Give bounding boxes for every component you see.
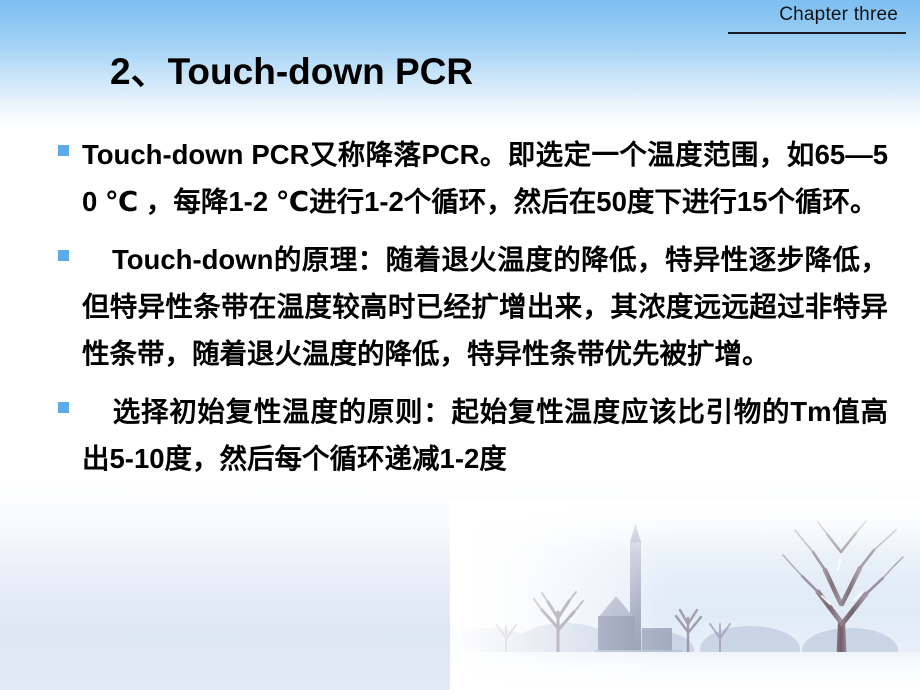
bullet-list: Touch-down PCR又称降落PCR。即选定一个温度范围，如65—50 ℃… bbox=[50, 131, 888, 493]
list-item: Touch-down PCR又称降落PCR。即选定一个温度范围，如65—50 ℃… bbox=[50, 131, 888, 225]
list-item: Touch-down的原理：随着退火温度的降低，特异性逐步降低，但特异性条带在温… bbox=[50, 236, 888, 377]
background-winter-photo-panel bbox=[450, 500, 920, 690]
square-bullet-icon bbox=[58, 145, 69, 156]
bullet-text: Touch-down的原理：随着退火温度的降低，特异性逐步降低，但特异性条带在温… bbox=[82, 244, 888, 369]
square-bullet-icon bbox=[58, 250, 69, 261]
list-item: 选择初始复性温度的原则：起始复性温度应该比引物的Tm值高出5-10度，然后每个循… bbox=[50, 388, 888, 482]
page-title: 2、Touch-down PCR bbox=[110, 51, 474, 92]
header-divider-line bbox=[728, 32, 906, 34]
square-bullet-icon bbox=[58, 402, 69, 413]
presentation-slide: Chapter three 2、Touch-down PCR Touch-dow… bbox=[0, 0, 920, 690]
bullet-text: Touch-down PCR又称降落PCR。即选定一个温度范围，如65—50 ℃… bbox=[82, 139, 888, 217]
chapter-label: Chapter three bbox=[779, 4, 898, 25]
bullet-text: 选择初始复性温度的原则：起始复性温度应该比引物的Tm值高出5-10度，然后每个循… bbox=[82, 396, 888, 474]
